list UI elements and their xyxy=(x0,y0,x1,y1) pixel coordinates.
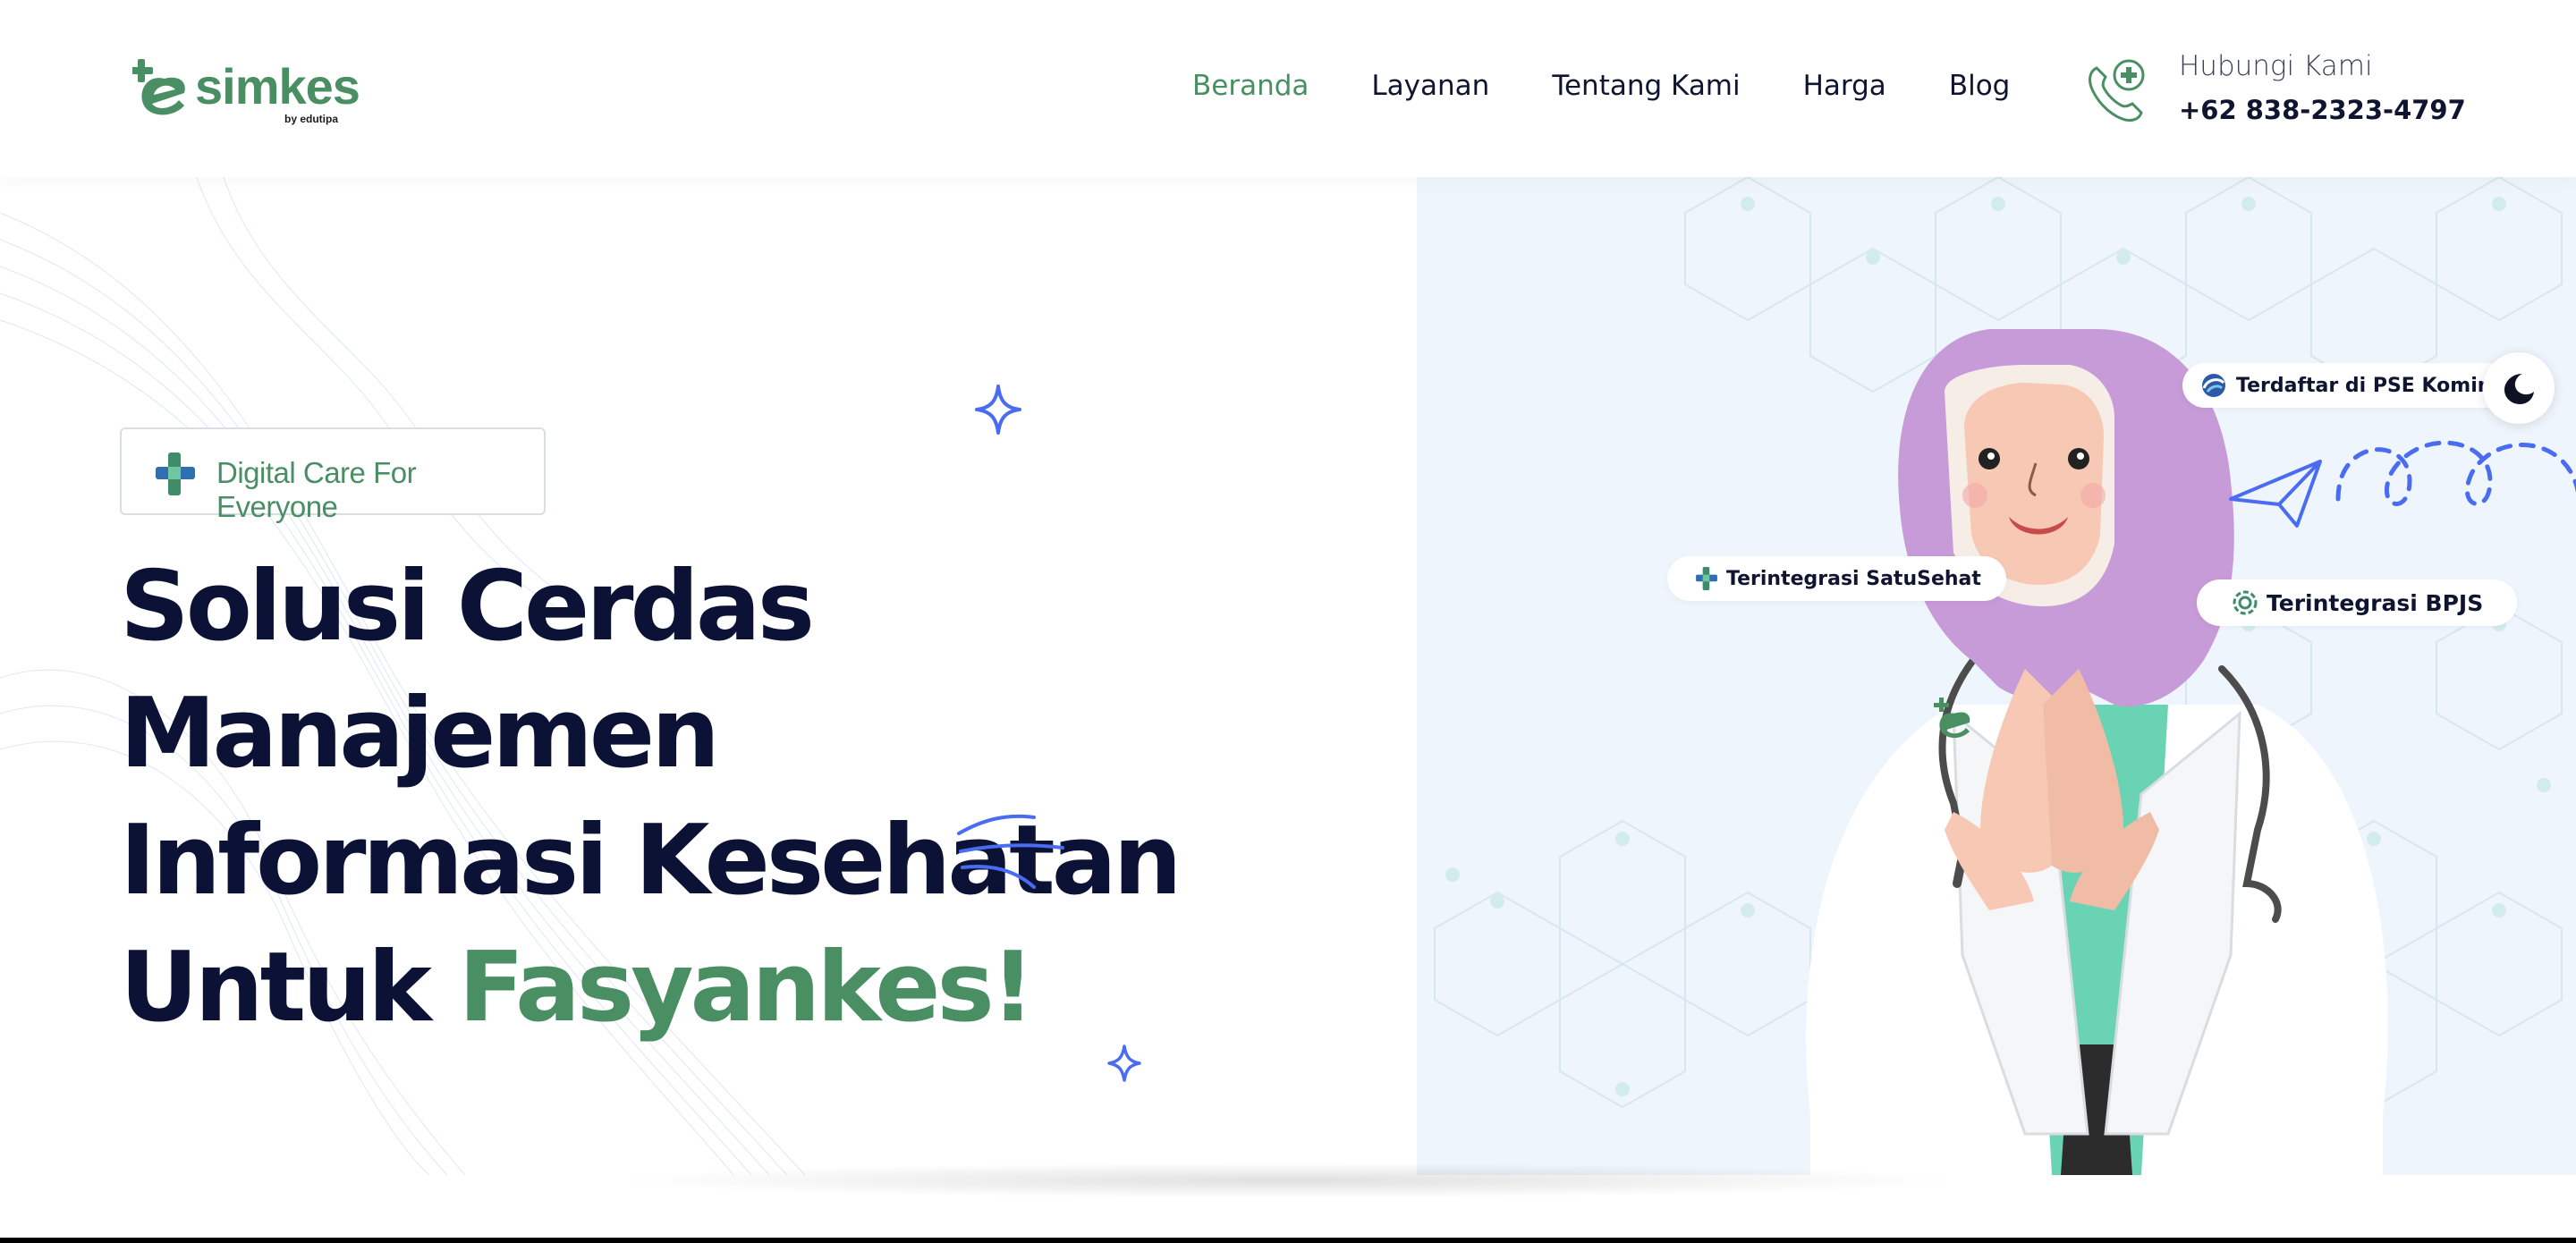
swoosh-decoration xyxy=(957,814,1064,889)
chip-pse-text: Terdaftar di PSE Kominfo xyxy=(2236,374,2514,397)
contact-title: Hubungi Kami xyxy=(2179,50,2373,82)
contact-block[interactable]: Hubungi Kami +62 838-2323-4797 xyxy=(2084,50,2496,131)
puzzle-cross-icon xyxy=(156,452,195,495)
brand-byline: by edutipa xyxy=(284,113,339,125)
bpjs-logo-icon xyxy=(2233,590,2258,615)
headline-highlight: Fasyankes! xyxy=(458,932,1035,1044)
card-shadow-decoration xyxy=(608,1163,1968,1198)
nav-item-layanan[interactable]: Layanan xyxy=(1371,70,1489,102)
chip-bpjs: Terintegrasi BPJS xyxy=(2197,579,2518,626)
chip-satusehat: Terintegrasi SatuSehat xyxy=(1667,556,2006,601)
nav-item-tentang-kami[interactable]: Tentang Kami xyxy=(1552,70,1740,102)
brand-logo[interactable]: simkes by edutipa xyxy=(132,54,360,125)
headline-line-3-prefix: Untuk xyxy=(120,932,459,1044)
sparkle-small-icon xyxy=(1107,1044,1141,1082)
site-header: simkes by edutipa Beranda Layanan Tentan… xyxy=(0,0,2576,177)
nav-item-blog[interactable]: Blog xyxy=(1949,70,2011,102)
main-nav: Beranda Layanan Tentang Kami Harga Blog xyxy=(1192,70,2072,102)
paper-plane-decoration xyxy=(2229,440,2576,528)
tagline-badge: Digital Care For Everyone xyxy=(120,427,546,523)
nav-item-harga[interactable]: Harga xyxy=(1803,70,1886,102)
chip-bpjs-text: Terintegrasi BPJS xyxy=(2267,589,2484,616)
brand-name: simkes xyxy=(195,58,360,114)
headline-line-1: Solusi Cerdas Manajemen xyxy=(120,551,815,790)
logo-mark-icon xyxy=(132,59,185,115)
chip-satusehat-text: Terintegrasi SatuSehat xyxy=(1726,567,1981,590)
hero-text-section: Digital Care For Everyone Solusi Cerdas … xyxy=(0,177,1417,1175)
hero-illustration-section: Terdaftar di PSE Kominfo Terintegrasi Sa… xyxy=(1417,177,2576,1175)
hero-headline: Solusi Cerdas Manajemen Informasi Keseha… xyxy=(120,544,1417,1052)
chip-pse-kominfo: Terdaftar di PSE Kominfo xyxy=(2182,363,2532,408)
moon-icon xyxy=(2504,374,2534,404)
contact-phone[interactable]: +62 838-2323-4797 xyxy=(2179,95,2466,125)
kominfo-logo-icon xyxy=(2202,374,2225,397)
satusehat-logo-icon xyxy=(1696,567,1717,590)
phone-icon xyxy=(2089,59,2145,122)
tagline-text: Digital Care For Everyone xyxy=(216,456,417,523)
nav-item-beranda[interactable]: Beranda xyxy=(1192,70,1309,102)
bottom-border xyxy=(0,1238,2576,1243)
dark-mode-toggle[interactable] xyxy=(2483,352,2555,424)
page: simkes by edutipa Beranda Layanan Tentan… xyxy=(0,0,2576,1243)
sparkle-icon xyxy=(975,385,1021,435)
